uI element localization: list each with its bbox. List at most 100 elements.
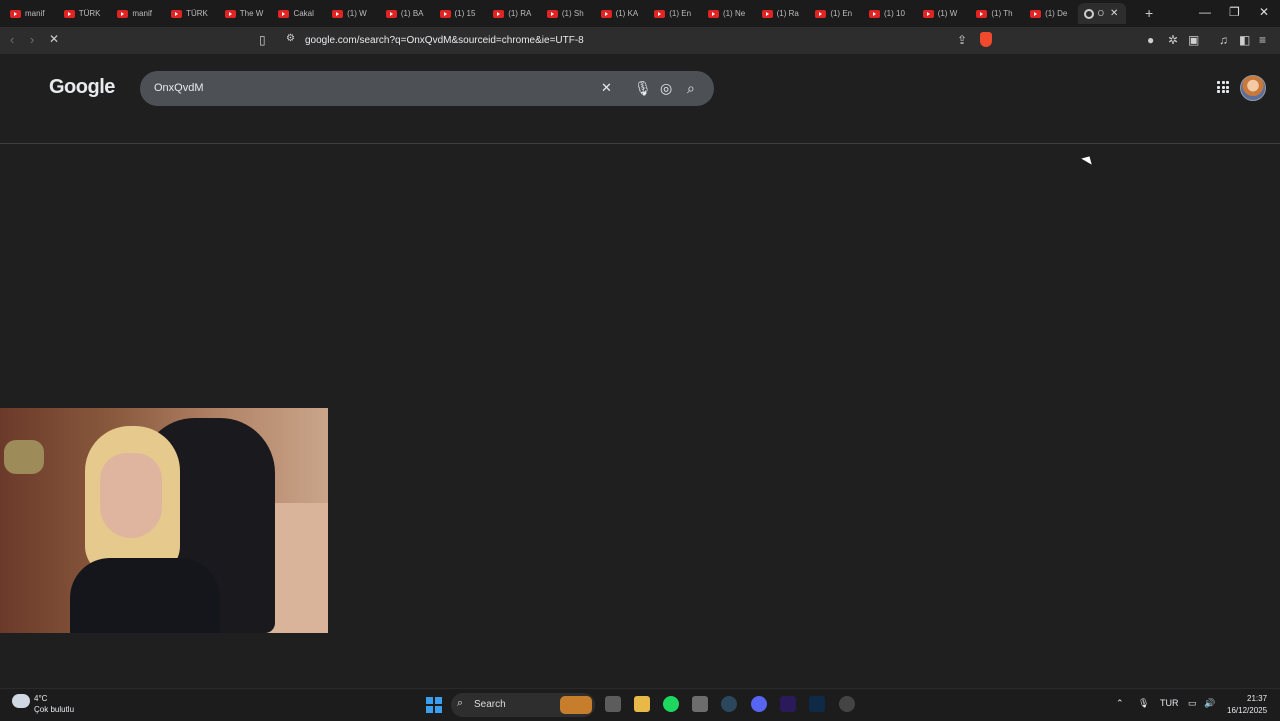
- browser-tab[interactable]: (1) W: [917, 3, 971, 24]
- browser-tab[interactable]: (1) Th: [970, 3, 1024, 24]
- premiere-icon[interactable]: [780, 696, 796, 712]
- puzzle-icon[interactable]: ✲: [1168, 33, 1178, 47]
- close-tab-icon[interactable]: ✕: [1110, 8, 1118, 19]
- forward-button[interactable]: ›: [30, 32, 34, 47]
- taskbar-search[interactable]: ⌕ Search: [451, 693, 595, 717]
- active-tab[interactable]: O ✕: [1077, 3, 1126, 24]
- tab-label: O: [1097, 9, 1104, 18]
- clear-icon[interactable]: ✕: [601, 80, 612, 96]
- tab-label: (1) RA: [508, 9, 532, 18]
- search-icon[interactable]: ⌕: [687, 80, 695, 97]
- webcam-person-body: [70, 558, 220, 633]
- youtube-icon: [654, 9, 666, 18]
- browser-tab[interactable]: (1) BA: [380, 3, 434, 24]
- tab-label: (1) W: [937, 9, 958, 18]
- share-icon[interactable]: ⇪: [957, 33, 967, 47]
- camera-lens-icon[interactable]: ◎: [660, 80, 672, 97]
- tab-list: manif TÜRK manif TÜRK The W Cakal (1) W …: [4, 3, 1126, 24]
- site-info-icon[interactable]: ⚙: [286, 33, 295, 44]
- youtube-icon: [385, 9, 397, 18]
- browser-tab[interactable]: (1) RA: [487, 3, 541, 24]
- close-window-button[interactable]: ✕: [1259, 5, 1269, 19]
- tab-strip: manif TÜRK manif TÜRK The W Cakal (1) W …: [0, 0, 1280, 27]
- browser-tab[interactable]: TÜRK: [58, 3, 112, 24]
- browser-tab[interactable]: (1) 15: [434, 3, 488, 24]
- tab-label: (1) W: [347, 9, 367, 18]
- browser-tab[interactable]: manif: [4, 3, 58, 24]
- apps-grid-icon[interactable]: [1217, 81, 1229, 93]
- clock-date[interactable]: 16/12/2025: [1227, 706, 1267, 715]
- back-button[interactable]: ‹: [10, 32, 14, 47]
- youtube-icon: [600, 9, 612, 18]
- weather-condition[interactable]: Çok bulutlu: [34, 705, 74, 714]
- minimize-button[interactable]: —: [1199, 5, 1211, 19]
- volume-icon[interactable]: 🔊: [1204, 698, 1215, 709]
- tab-label: (1) En: [830, 9, 853, 18]
- task-view-icon[interactable]: [605, 696, 621, 712]
- url-text: google.com/search?q=OnxQvdM&sourceid=chr…: [305, 34, 584, 46]
- windows-start-icon[interactable]: [426, 697, 442, 713]
- youtube-icon: [439, 9, 451, 18]
- youtube-icon: [815, 9, 827, 18]
- discord-icon[interactable]: [751, 696, 767, 712]
- search-box[interactable]: OnxQvdM ✕ 🎙 ◎ ⌕: [140, 71, 714, 106]
- bookmark-icon[interactable]: ▯: [259, 33, 266, 47]
- restore-button[interactable]: ❐: [1229, 5, 1240, 19]
- youtube-icon: [332, 9, 344, 18]
- browser-tab[interactable]: (1) Sh: [541, 3, 595, 24]
- tab-label: (1) Ne: [722, 9, 746, 18]
- microphone-icon[interactable]: 🎙: [634, 80, 652, 97]
- network-icon[interactable]: ▭: [1188, 698, 1197, 709]
- brave-browser-icon[interactable]: [839, 696, 855, 712]
- tab-label: The W: [239, 9, 264, 18]
- sidebar-icon[interactable]: ◧: [1239, 33, 1250, 47]
- weather-temperature[interactable]: 4°C: [34, 694, 47, 703]
- youtube-icon: [976, 9, 988, 18]
- tab-label: (1) 15: [454, 9, 476, 18]
- webcam-toy: [4, 440, 44, 474]
- browser-tab[interactable]: TÜRK: [165, 3, 219, 24]
- browser-tab[interactable]: (1) KA: [595, 3, 649, 24]
- stop-loading-button[interactable]: ✕: [49, 32, 59, 46]
- browser-tab[interactable]: The W: [219, 3, 273, 24]
- brave-shield-icon[interactable]: [980, 32, 992, 47]
- steam-icon[interactable]: [721, 696, 737, 712]
- webcam-person-face: [100, 453, 162, 538]
- taskbar: 4°C Çok bulutlu ⌕ Search ⌃ 🎙 TUR ▭ 🔊 21:…: [0, 688, 1280, 721]
- search-icon: ⌕: [457, 697, 464, 709]
- browser-tab[interactable]: (1) Ne: [702, 3, 756, 24]
- youtube-icon: [171, 9, 183, 18]
- app-icon[interactable]: [692, 696, 708, 712]
- browser-tab[interactable]: (1) W: [326, 3, 380, 24]
- tray-chevron-icon[interactable]: ⌃: [1116, 698, 1124, 709]
- new-tab-button[interactable]: +: [1145, 5, 1153, 21]
- youtube-icon: [1030, 9, 1042, 18]
- menu-icon[interactable]: ≡: [1259, 33, 1266, 47]
- extension-icon[interactable]: ●: [1147, 33, 1154, 47]
- browser-tab[interactable]: (1) De: [1024, 3, 1078, 24]
- browser-tab[interactable]: (1) 10: [863, 3, 917, 24]
- browser-tab[interactable]: manif: [111, 3, 165, 24]
- microphone-tray-icon[interactable]: 🎙: [1138, 698, 1149, 709]
- browser-tab[interactable]: Cakal: [272, 3, 326, 24]
- youtube-icon: [117, 9, 129, 18]
- youtube-icon: [278, 9, 290, 18]
- media-icon[interactable]: ♫: [1219, 33, 1228, 47]
- browser-tab[interactable]: (1) Ra: [756, 3, 810, 24]
- file-explorer-icon[interactable]: [634, 696, 650, 712]
- google-logo[interactable]: Google: [49, 76, 115, 99]
- browser-toolbar: ‹ › ✕ ▯ ⚙ google.com/search?q=OnxQvdM&so…: [0, 27, 1280, 54]
- avatar[interactable]: [1240, 75, 1266, 101]
- address-bar[interactable]: ⚙ google.com/search?q=OnxQvdM&sourceid=c…: [280, 30, 998, 50]
- youtube-icon: [869, 9, 880, 18]
- photoshop-icon[interactable]: [809, 696, 825, 712]
- search-input[interactable]: OnxQvdM: [154, 82, 204, 94]
- browser-tab[interactable]: (1) En: [648, 3, 702, 24]
- clock-time[interactable]: 21:37: [1247, 694, 1267, 703]
- language-indicator[interactable]: TUR: [1160, 698, 1179, 708]
- search-highlight-image: [560, 696, 592, 714]
- weather-cloud-icon[interactable]: [12, 694, 30, 708]
- browser-tab[interactable]: (1) En: [809, 3, 863, 24]
- wallet-icon[interactable]: ▣: [1188, 33, 1199, 47]
- spotify-icon[interactable]: [663, 696, 679, 712]
